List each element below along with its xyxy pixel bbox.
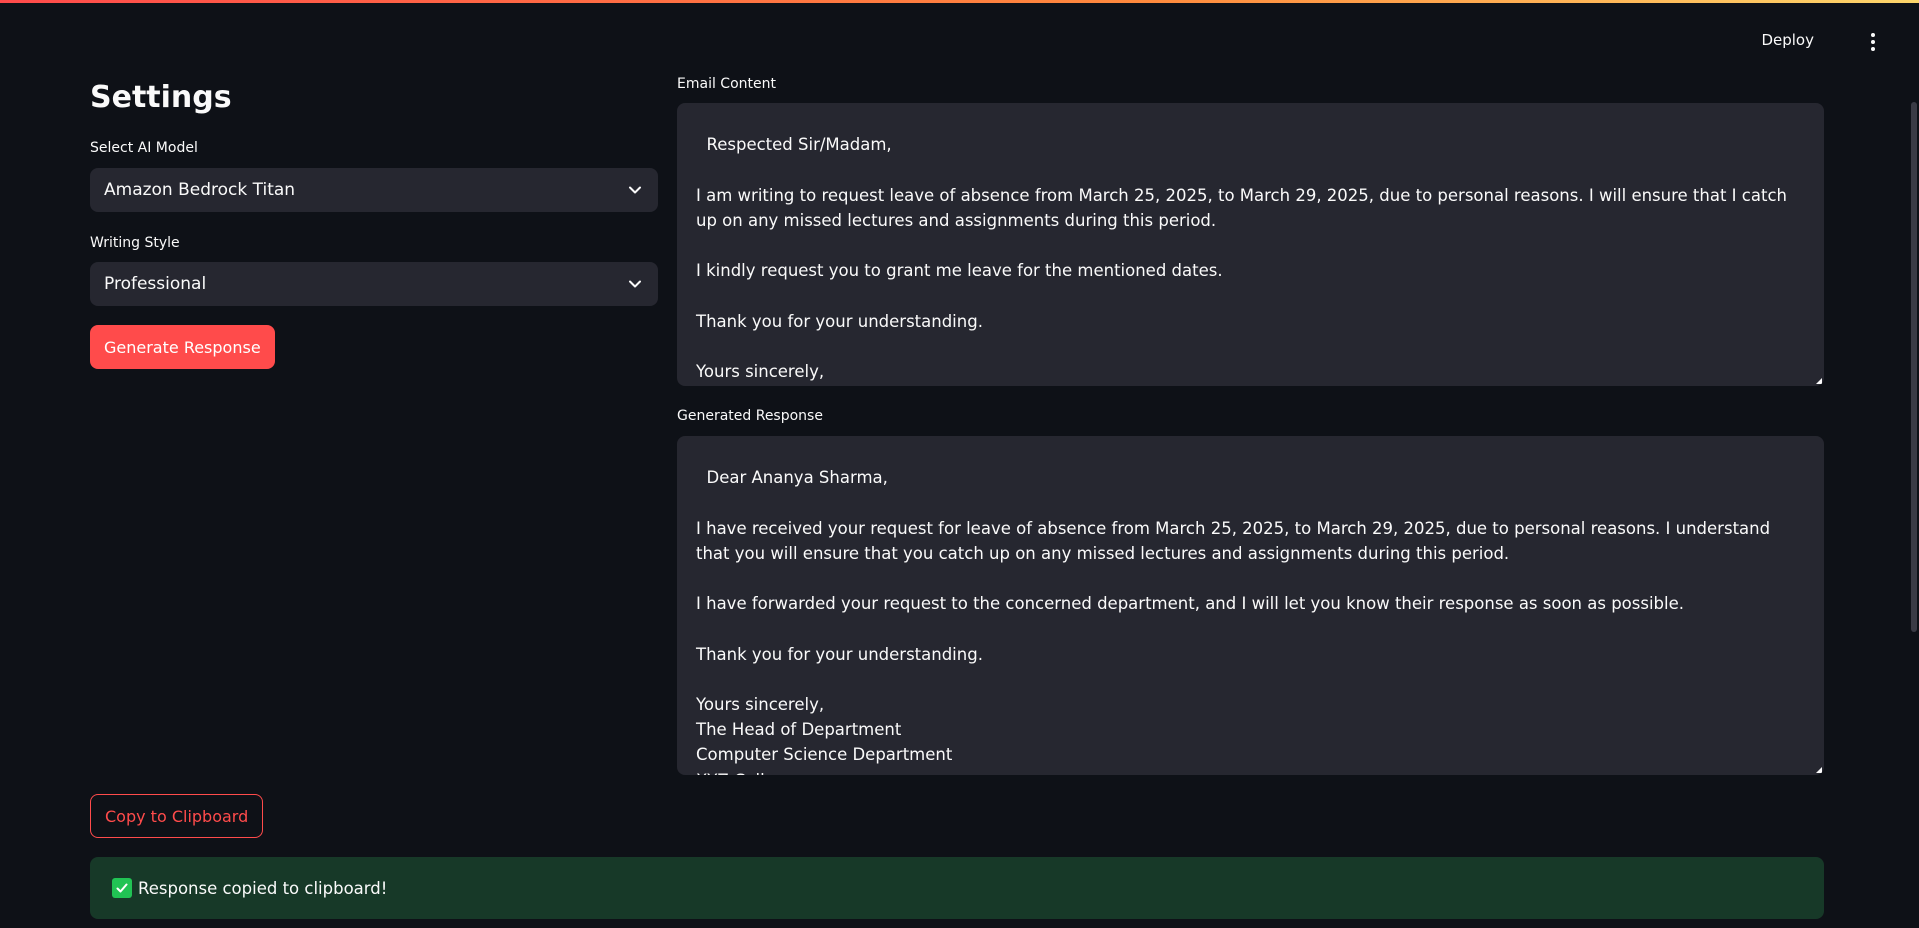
success-alert: Response copied to clipboard! [90, 857, 1824, 919]
generated-response-text: Dear Ananya Sharma, I have received your… [696, 468, 1771, 775]
chevron-down-icon [629, 186, 641, 194]
app-header: Deploy [0, 3, 1919, 77]
style-select-value: Professional [104, 274, 207, 294]
model-label: Select AI Model [90, 140, 198, 156]
resize-handle-icon[interactable] [1816, 378, 1822, 384]
settings-title: Settings [90, 80, 232, 115]
generated-response-label: Generated Response [677, 408, 823, 424]
page-scrollbar[interactable] [1911, 102, 1917, 632]
deploy-button[interactable]: Deploy [1761, 31, 1814, 49]
model-select-value: Amazon Bedrock Titan [104, 180, 296, 200]
vertical-dots-icon[interactable] [1863, 31, 1883, 53]
email-content-textarea[interactable]: Respected Sir/Madam, I am writing to req… [677, 103, 1824, 386]
generate-response-button[interactable]: Generate Response [90, 325, 275, 369]
email-content-text: Respected Sir/Madam, I am writing to req… [696, 135, 1787, 382]
copy-to-clipboard-button[interactable]: Copy to Clipboard [90, 794, 264, 838]
email-content-label: Email Content [677, 76, 776, 92]
style-select[interactable]: Professional [90, 262, 658, 306]
success-message: Response copied to clipboard! [138, 878, 388, 898]
resize-handle-icon[interactable] [1816, 767, 1822, 773]
chevron-down-icon [629, 280, 641, 288]
check-icon [112, 878, 132, 898]
model-select[interactable]: Amazon Bedrock Titan [90, 168, 658, 212]
generated-response-textarea[interactable]: Dear Ananya Sharma, I have received your… [677, 436, 1824, 775]
style-label: Writing Style [90, 235, 180, 251]
